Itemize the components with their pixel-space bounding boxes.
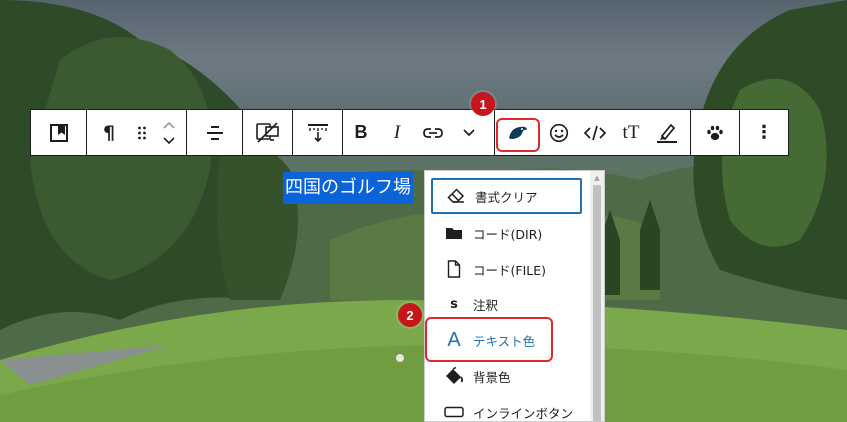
annotation-highlight-text-color [425,317,553,362]
align-button[interactable] [187,110,242,155]
spacing-button[interactable] [293,110,342,155]
menu-item-code-file[interactable]: コード(FILE) [431,251,581,287]
drag-handle[interactable] [131,110,153,155]
toolbar-group-options: ⋮ [740,110,788,155]
paragraph-button[interactable]: ¶ [87,110,131,155]
toolbar-group-format: B I [343,110,495,155]
move-up-down-button[interactable] [153,110,185,155]
spacing-icon [307,123,328,142]
emoji-icon [549,123,569,142]
paint-bucket-icon [446,367,464,384]
highlight-icon [657,123,677,143]
file-icon [447,260,461,278]
menu-item-label: 書式クリア [475,189,538,205]
more-formats-button[interactable] [451,110,487,155]
toolbar-group-paragraph: ¶ [87,110,187,155]
toolbar-group-spacing [293,110,343,155]
format-dropdown-menu: 書式クリア コード(DIR) コード(FILE) s 注釈 A テキスト色 背景… [424,170,605,422]
s-letter-icon: s [450,296,458,312]
code-icon [584,125,606,140]
chevron-down-icon [463,128,475,136]
annotation-badge-1: 1 [471,92,495,116]
font-size-button[interactable]: tT [613,110,649,155]
drag-handle-icon [138,126,146,139]
menu-item-background-color[interactable]: 背景色 [431,358,581,394]
font-size-icon: tT [622,121,640,143]
menu-item-clear-format[interactable]: 書式クリア [431,178,582,214]
paragraph-icon: ¶ [102,121,116,144]
folder-icon [446,228,462,239]
menu-item-label: インラインボタン [473,405,574,421]
selected-heading-text[interactable]: 四国のゴルフ場 [283,172,413,204]
paw-button[interactable] [691,110,739,155]
block-type-icon [49,123,68,142]
scrollbar-thumb[interactable] [593,185,601,421]
italic-button[interactable]: I [379,110,415,155]
menu-item-code-dir[interactable]: コード(DIR) [431,215,581,251]
toolbar-group-block-type [31,110,87,155]
menu-item-label: 背景色 [473,369,511,385]
link-button[interactable] [415,110,451,155]
block-type-button[interactable] [31,110,86,155]
inline-button-icon [444,406,464,418]
toolbar-group-plugin [691,110,740,155]
more-options-icon: ⋮ [755,122,773,143]
code-button[interactable] [577,110,613,155]
device-visibility-button[interactable] [243,110,292,155]
menu-item-label: コード(DIR) [473,226,543,242]
annotation-highlight-swell-button [496,118,540,152]
block-toolbar: ¶ B I tT ⋮ [30,109,789,156]
move-up-down-icon [163,121,175,144]
link-icon [423,127,443,138]
dropdown-scrollbar[interactable]: ▲ [590,171,604,421]
toolbar-group-visibility [243,110,293,155]
paw-icon [707,125,723,140]
italic-icon: I [393,121,401,143]
device-visibility-icon [255,121,279,143]
more-options-button[interactable]: ⋮ [740,110,788,155]
align-icon [206,125,223,140]
menu-item-inline-button[interactable]: インラインボタン [431,394,581,421]
highlight-button[interactable] [649,110,685,155]
eraser-icon [447,188,465,203]
emoji-button[interactable] [541,110,577,155]
bold-icon: B [354,122,368,142]
toolbar-group-align [187,110,243,155]
annotation-badge-2: 2 [398,303,422,327]
scroll-up-icon[interactable]: ▲ [590,171,604,185]
bold-button[interactable]: B [343,110,379,155]
menu-item-label: コード(FILE) [473,262,546,278]
menu-item-label: 注釈 [473,297,499,313]
